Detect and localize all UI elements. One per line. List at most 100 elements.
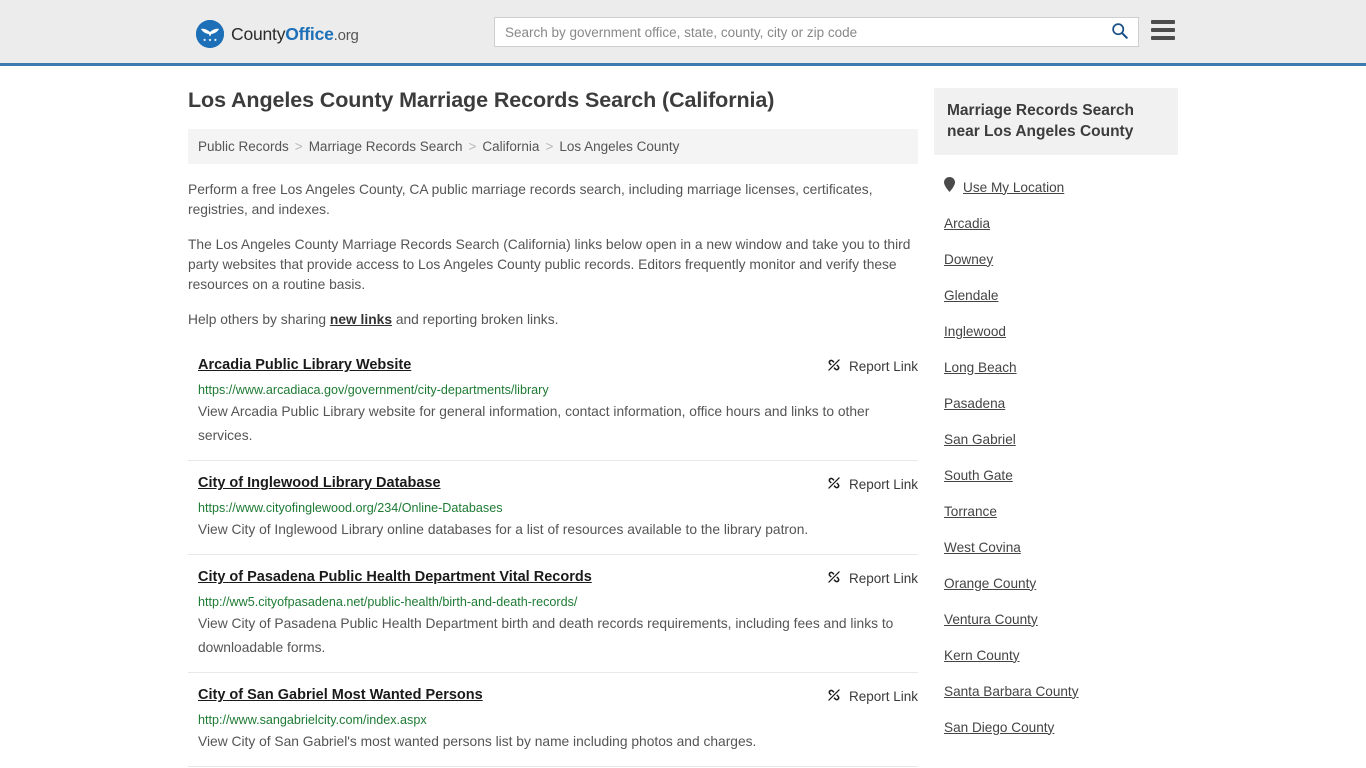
result-header: City of San Gabriel Most Wanted Persons … bbox=[198, 686, 918, 706]
sidebar-link[interactable]: Arcadia bbox=[944, 216, 990, 231]
search-button[interactable] bbox=[1100, 18, 1138, 46]
breadcrumb: Public Records > Marriage Records Search > C… bbox=[188, 129, 918, 164]
sidebar-item-pasadena[interactable]: Pasadena bbox=[934, 385, 1178, 421]
main-column: Los Angeles County Marriage Records Sear… bbox=[188, 66, 918, 768]
intro-paragraph-2: The Los Angeles County Marriage Records … bbox=[188, 237, 911, 292]
result-item: Arcadia Public Library Website Report Li… bbox=[188, 352, 918, 460]
logo-text-county: County bbox=[231, 23, 286, 44]
sidebar-link[interactable]: Ventura County bbox=[944, 612, 1038, 627]
result-url[interactable]: https://www.arcadiaca.gov/government/cit… bbox=[198, 382, 918, 398]
result-title-link[interactable]: City of Pasadena Public Health Departmen… bbox=[198, 568, 592, 587]
content-container: Los Angeles County Marriage Records Sear… bbox=[188, 66, 1178, 768]
sidebar-item-orange-county[interactable]: Orange County bbox=[934, 565, 1178, 601]
site-header: CountyOffice.org bbox=[0, 0, 1366, 66]
sidebar-item-long-beach[interactable]: Long Beach bbox=[934, 349, 1178, 385]
result-description: View City of Pasadena Public Health Depa… bbox=[198, 616, 894, 655]
sidebar-item-ventura-county[interactable]: Ventura County bbox=[934, 601, 1178, 637]
hamburger-menu-icon[interactable] bbox=[1151, 20, 1175, 40]
use-my-location-link[interactable]: Use My Location bbox=[963, 180, 1064, 195]
search-input[interactable] bbox=[495, 18, 1100, 46]
sidebar-item-santa-barbara-county[interactable]: Santa Barbara County bbox=[934, 673, 1178, 709]
result-description: View City of Inglewood Library online da… bbox=[198, 522, 809, 537]
intro-paragraph-1: Perform a free Los Angeles County, CA pu… bbox=[188, 182, 873, 217]
report-link-button[interactable]: Report Link bbox=[826, 356, 918, 376]
sidebar-link[interactable]: Orange County bbox=[944, 576, 1036, 591]
breadcrumb-item-marriage-records-search[interactable]: Marriage Records Search bbox=[309, 139, 463, 154]
result-title-link[interactable]: City of Inglewood Library Database bbox=[198, 474, 441, 493]
breadcrumb-item-california[interactable]: California bbox=[482, 139, 539, 154]
result-item: City of Pasadena Public Health Departmen… bbox=[188, 554, 918, 672]
sidebar-link[interactable]: Torrance bbox=[944, 504, 997, 519]
breadcrumb-separator: > bbox=[294, 139, 303, 154]
search-bar[interactable] bbox=[494, 17, 1139, 47]
map-pin-icon bbox=[944, 177, 955, 197]
sidebar-item-south-gate[interactable]: South Gate bbox=[934, 457, 1178, 493]
sidebar-list: Use My Location Arcadia Downey Glendale … bbox=[934, 169, 1178, 745]
sidebar-item-glendale[interactable]: Glendale bbox=[934, 277, 1178, 313]
page-body: Los Angeles County Marriage Records Sear… bbox=[0, 66, 1366, 768]
result-item: City of Inglewood Library Database Repor… bbox=[188, 460, 918, 554]
sidebar-link[interactable]: Pasadena bbox=[944, 396, 1005, 411]
site-logo[interactable]: CountyOffice.org bbox=[196, 20, 359, 48]
broken-link-icon bbox=[826, 357, 842, 376]
sidebar-title: Marriage Records Search near Los Angeles… bbox=[934, 88, 1178, 155]
sidebar-item-west-covina[interactable]: West Covina bbox=[934, 529, 1178, 565]
result-header: City of Inglewood Library Database Repor… bbox=[198, 474, 918, 494]
result-title-link[interactable]: City of San Gabriel Most Wanted Persons bbox=[198, 686, 483, 705]
logo-text-org: .org bbox=[333, 26, 359, 44]
new-links-link[interactable]: new links bbox=[330, 312, 392, 327]
sidebar-item-inglewood[interactable]: Inglewood bbox=[934, 313, 1178, 349]
report-link-label: Report Link bbox=[848, 689, 918, 704]
sidebar-link[interactable]: San Diego County bbox=[944, 720, 1054, 735]
search-icon bbox=[1111, 22, 1128, 42]
report-link-label: Report Link bbox=[848, 571, 918, 586]
sidebar-item-san-diego-county[interactable]: San Diego County bbox=[934, 709, 1178, 745]
hamburger-bar bbox=[1151, 28, 1175, 32]
intro-p3-after: and reporting broken links. bbox=[392, 312, 559, 327]
hamburger-bar bbox=[1151, 36, 1175, 40]
sidebar-link[interactable]: San Gabriel bbox=[944, 432, 1016, 447]
results-list: Arcadia Public Library Website Report Li… bbox=[188, 352, 918, 768]
sidebar-link[interactable]: Glendale bbox=[944, 288, 998, 303]
result-url[interactable]: http://ww5.cityofpasadena.net/public-hea… bbox=[198, 594, 918, 610]
result-description: View City of San Gabriel's most wanted p… bbox=[198, 734, 757, 749]
sidebar-link[interactable]: South Gate bbox=[944, 468, 1013, 483]
breadcrumb-item-public-records[interactable]: Public Records bbox=[198, 139, 289, 154]
result-url[interactable]: http://www.sangabrielcity.com/index.aspx bbox=[198, 712, 918, 728]
sidebar-item-downey[interactable]: Downey bbox=[934, 241, 1178, 277]
intro-paragraph-3: Help others by sharing new links and rep… bbox=[188, 310, 918, 330]
result-description: View Arcadia Public Library website for … bbox=[198, 404, 870, 443]
report-link-label: Report Link bbox=[848, 477, 918, 492]
site-logo-text: CountyOffice.org bbox=[231, 24, 359, 45]
broken-link-icon bbox=[826, 569, 842, 588]
result-url[interactable]: https://www.cityofinglewood.org/234/Onli… bbox=[198, 500, 918, 516]
report-link-button[interactable]: Report Link bbox=[826, 686, 918, 706]
broken-link-icon bbox=[826, 475, 842, 494]
sidebar: Marriage Records Search near Los Angeles… bbox=[934, 66, 1178, 768]
breadcrumb-item-los-angeles-county: Los Angeles County bbox=[559, 139, 680, 154]
report-link-button[interactable]: Report Link bbox=[826, 568, 918, 588]
breadcrumb-separator: > bbox=[468, 139, 477, 154]
result-item: City of San Gabriel Most Wanted Persons … bbox=[188, 672, 918, 766]
sidebar-item-san-gabriel[interactable]: San Gabriel bbox=[934, 421, 1178, 457]
page-title: Los Angeles County Marriage Records Sear… bbox=[188, 88, 775, 112]
report-link-button[interactable]: Report Link bbox=[826, 474, 918, 494]
sidebar-link[interactable]: Kern County bbox=[944, 648, 1020, 663]
result-header: Arcadia Public Library Website Report Li… bbox=[198, 356, 918, 376]
intro-p3-before: Help others by sharing bbox=[188, 312, 330, 327]
sidebar-item-use-my-location[interactable]: Use My Location bbox=[934, 169, 1178, 205]
hamburger-bar bbox=[1151, 20, 1175, 24]
sidebar-item-arcadia[interactable]: Arcadia bbox=[934, 205, 1178, 241]
sidebar-link[interactable]: West Covina bbox=[944, 540, 1021, 555]
eagle-seal-logo-icon bbox=[196, 20, 224, 48]
logo-text-office: Office bbox=[285, 23, 334, 44]
sidebar-link[interactable]: Inglewood bbox=[944, 324, 1006, 339]
sidebar-item-torrance[interactable]: Torrance bbox=[934, 493, 1178, 529]
result-title-link[interactable]: Arcadia Public Library Website bbox=[198, 356, 411, 375]
sidebar-item-kern-county[interactable]: Kern County bbox=[934, 637, 1178, 673]
report-link-label: Report Link bbox=[848, 359, 918, 374]
sidebar-link[interactable]: Downey bbox=[944, 252, 993, 267]
broken-link-icon bbox=[826, 687, 842, 706]
sidebar-link[interactable]: Long Beach bbox=[944, 360, 1017, 375]
sidebar-link[interactable]: Santa Barbara County bbox=[944, 684, 1079, 699]
